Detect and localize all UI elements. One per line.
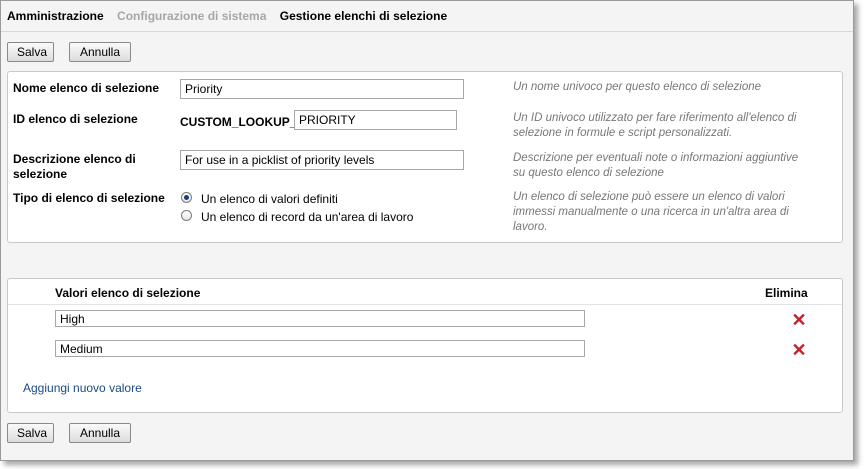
delete-header: Elimina: [765, 286, 808, 300]
save-button-top[interactable]: Salva: [7, 42, 54, 62]
type-option-workspace[interactable]: Un elenco di record da un'area di lavoro: [201, 210, 413, 224]
name-input[interactable]: [180, 79, 464, 99]
value-input-medium[interactable]: [55, 340, 585, 357]
type-help-1: Un elenco di selezione può essere un ele…: [513, 191, 785, 203]
type-label: Tipo di elenco di selezione: [13, 191, 165, 205]
picklist-window: Amministrazione Configurazione di sistem…: [0, 0, 854, 461]
name-help: Un nome univoco per questo elenco di sel…: [513, 81, 762, 93]
breadcrumb-config[interactable]: Configurazione di sistema: [117, 9, 266, 23]
values-panel: Valori elenco di selezione Elimina ✕ ✕ A…: [7, 278, 843, 413]
breadcrumb-current: Gestione elenchi di selezione: [279, 9, 448, 23]
delete-x-icon[interactable]: ✕: [791, 341, 807, 359]
save-button-bottom[interactable]: Salva: [7, 423, 54, 443]
delete-x-icon[interactable]: ✕: [791, 311, 807, 329]
description-input[interactable]: [180, 150, 464, 170]
type-help-3: lavoro.: [513, 221, 548, 233]
type-radio-defined[interactable]: [181, 192, 192, 203]
id-help-2: selezione in formule e script personaliz…: [513, 127, 733, 139]
form-panel: Nome elenco di selezione Un nome univoco…: [7, 71, 843, 243]
description-help-2: su questo elenco di selezione: [513, 167, 664, 179]
type-help-2: immessi manualmente o una ricerca in un'…: [513, 206, 789, 218]
breadcrumb-admin[interactable]: Amministrazione: [7, 9, 104, 23]
id-prefix: CUSTOM_LOOKUP_: [180, 115, 297, 129]
cancel-button-bottom[interactable]: Annulla: [69, 423, 131, 443]
header-divider-line: [8, 304, 842, 305]
name-label: Nome elenco di selezione: [13, 81, 160, 95]
breadcrumb: Amministrazione Configurazione di sistem…: [7, 9, 457, 23]
id-label: ID elenco di selezione: [13, 112, 138, 126]
description-help-1: Descrizione per eventuali note o informa…: [513, 152, 799, 164]
header-divider: [1, 31, 853, 32]
type-option-defined[interactable]: Un elenco di valori definiti: [201, 192, 338, 206]
cancel-button-top[interactable]: Annulla: [69, 42, 131, 62]
description-label-2: selezione: [13, 167, 68, 181]
values-header: Valori elenco di selezione: [55, 286, 201, 300]
id-input[interactable]: [294, 110, 457, 130]
description-label-1: Descrizione elenco di: [13, 152, 136, 166]
type-radio-workspace[interactable]: [181, 210, 192, 221]
id-help-1: Un ID univoco utilizzato per fare riferi…: [513, 112, 797, 124]
add-value-link[interactable]: Aggiungi nuovo valore: [23, 381, 142, 395]
value-input-high[interactable]: [55, 310, 585, 327]
